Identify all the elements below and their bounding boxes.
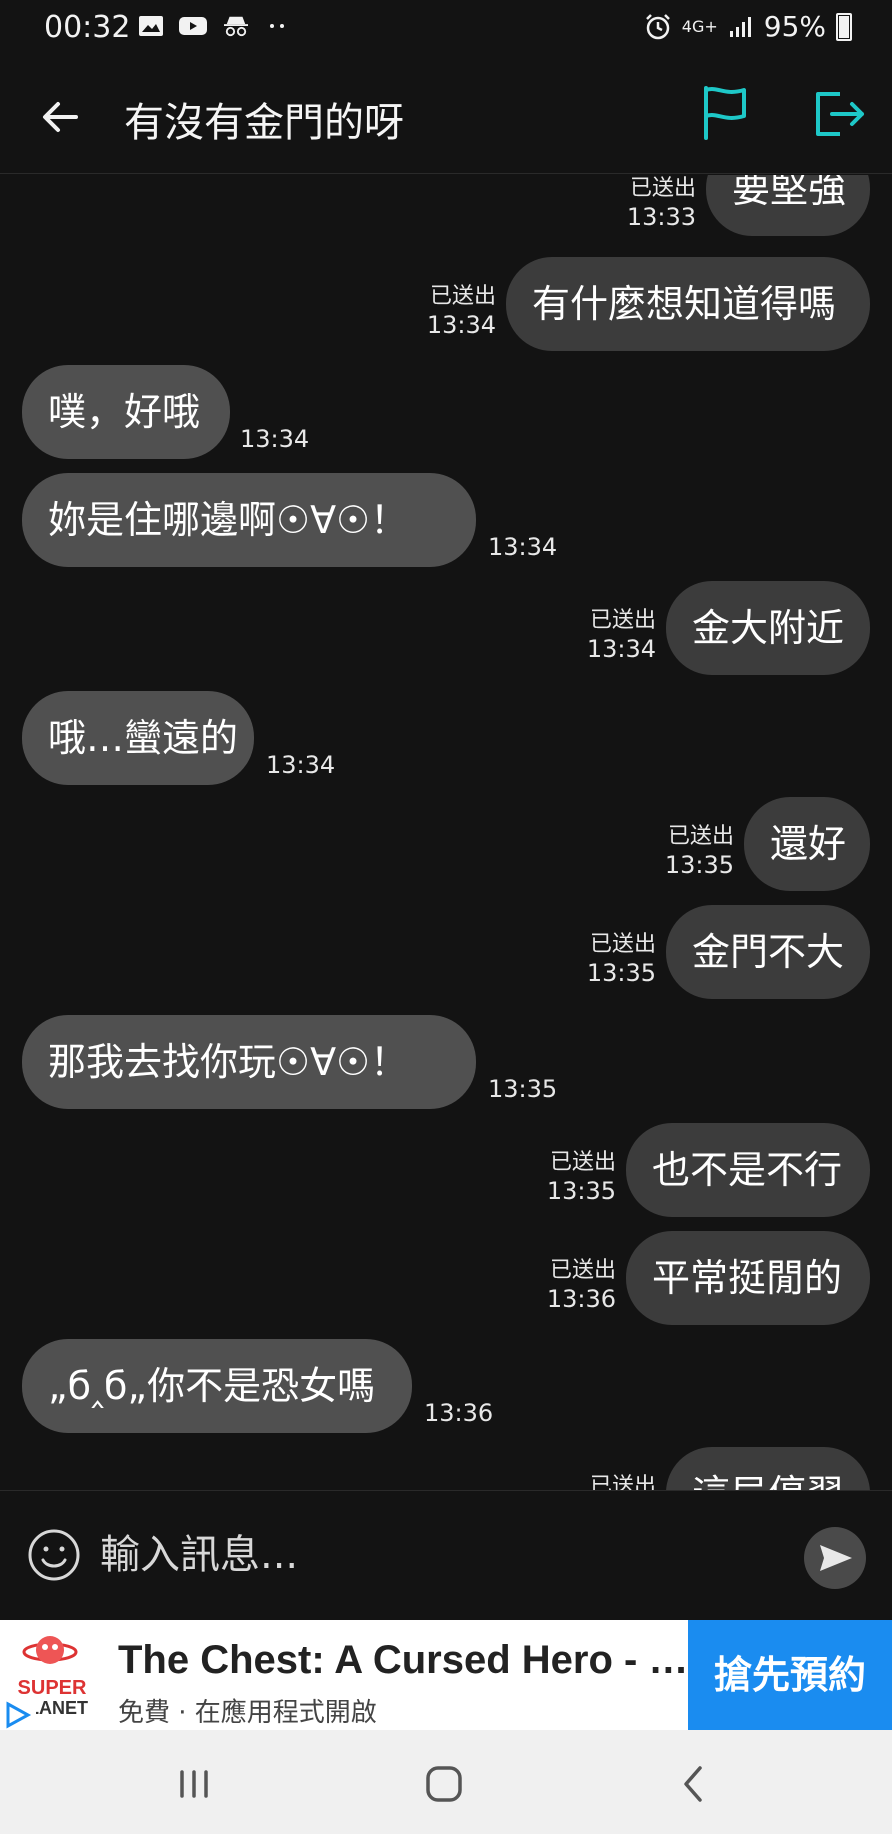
message-meta: 已送出 13:34 xyxy=(568,607,656,663)
message-bubble[interactable]: 妳是住哪邊啊☉∀☉！ xyxy=(22,473,476,567)
message-status: 已送出 xyxy=(589,932,656,957)
alarm-icon xyxy=(645,13,670,39)
message-input[interactable] xyxy=(100,1521,780,1589)
message-time: 13:35 xyxy=(664,851,734,879)
ad-banner[interactable]: SUPER PLANET The Chest: A Cursed Hero - … xyxy=(0,1620,892,1730)
message-time: 13:34 xyxy=(240,425,310,453)
message-time: 13:34 xyxy=(488,533,558,561)
status-notification-icons xyxy=(138,14,290,38)
chat-title: 有沒有金門的呀 xyxy=(124,100,404,146)
message-status: 已送出 xyxy=(629,176,696,201)
system-navbar xyxy=(0,1730,892,1834)
message-meta: 已送出 13:35 xyxy=(646,823,734,879)
message-status: 已送出 xyxy=(429,284,496,309)
message-bubble[interactable]: 這局停習 xyxy=(666,1447,870,1490)
incognito-icon xyxy=(224,16,248,37)
message-time: 13:34 xyxy=(426,311,496,339)
message-bubble[interactable]: 哦…蠻遠的 xyxy=(22,691,254,785)
chat-header: 有沒有金門的呀 xyxy=(0,56,892,174)
adchoices-icon[interactable] xyxy=(0,1700,36,1730)
home-icon[interactable] xyxy=(416,1756,472,1812)
message-bubble[interactable]: 金大附近 xyxy=(666,581,870,675)
message-bubble[interactable]: 還好 xyxy=(744,797,870,891)
signal-icon xyxy=(729,16,751,37)
message-time: 13:34 xyxy=(586,635,656,663)
battery-percent: 95% xyxy=(763,10,826,43)
message-status: 已送出 xyxy=(549,1258,616,1283)
battery-icon xyxy=(836,12,852,41)
message-time: 13:36 xyxy=(546,1285,616,1313)
message-bubble[interactable]: 噗，好哦 xyxy=(22,365,230,459)
arrow-left-icon[interactable] xyxy=(36,92,86,142)
message-meta: 已送出 13:33 xyxy=(610,175,696,231)
message-status: 已送出 xyxy=(549,1150,616,1175)
message-bubble[interactable]: 金門不大 xyxy=(666,905,870,999)
youtube-icon xyxy=(179,17,207,35)
message-time: 13:35 xyxy=(546,1177,616,1205)
network-type: 4G+ xyxy=(681,17,718,36)
message-meta: 已送出 13:34 xyxy=(408,283,496,339)
back-nav-icon[interactable] xyxy=(666,1756,722,1812)
message-meta: 已送出 13:35 xyxy=(528,1149,616,1205)
message-time: 13:35 xyxy=(488,1075,558,1103)
send-button[interactable] xyxy=(804,1527,866,1589)
send-icon xyxy=(820,1545,852,1571)
ad-logo-text-top: SUPER xyxy=(18,1677,87,1699)
status-time: 00:32 xyxy=(44,10,131,45)
message-status: 已送出 xyxy=(667,824,734,849)
status-bar: 00:32 4G+ 95% xyxy=(0,0,892,56)
message-time: 13:35 xyxy=(586,959,656,987)
message-bubble[interactable]: 也不是不行 xyxy=(626,1123,870,1217)
message-list[interactable]: 要堅強 已送出 13:33 有什麼想知道得嗎 已送出 13:34 噗，好哦 13… xyxy=(0,175,892,1490)
message-bubble[interactable]: 平常挺閒的 xyxy=(626,1231,870,1325)
message-bubble[interactable]: 有什麼想知道得嗎 xyxy=(506,257,870,351)
message-status: 已送出 xyxy=(589,608,656,633)
message-time: 13:33 xyxy=(626,203,696,231)
status-system-icons: 4G+ 95% xyxy=(644,10,852,43)
message-meta: 已送出 13:35 xyxy=(568,931,656,987)
ad-cta-button[interactable]: 搶先預約 xyxy=(688,1620,892,1730)
gallery-icon xyxy=(139,16,163,36)
exit-icon[interactable] xyxy=(810,86,866,142)
message-meta: 已送出 xyxy=(568,1473,656,1490)
message-bubble[interactable]: 那我去找你玩☉∀☉！ xyxy=(22,1015,476,1109)
message-meta: 已送出 13:36 xyxy=(528,1257,616,1313)
message-bubble[interactable]: 要堅強 xyxy=(706,175,870,236)
message-status: 已送出 xyxy=(589,1474,656,1490)
message-composer xyxy=(0,1490,892,1620)
message-time: 13:36 xyxy=(424,1399,494,1427)
recent-apps-icon[interactable] xyxy=(166,1756,222,1812)
more-notifications-icon xyxy=(270,24,284,28)
message-time: 13:34 xyxy=(266,751,336,779)
ad-subtitle: 免費 · 在應用程式開啟 xyxy=(118,1698,377,1728)
smiley-icon[interactable] xyxy=(26,1527,82,1583)
message-bubble[interactable]: „б‸б„你不是恐女嗎 xyxy=(22,1339,412,1433)
ad-title: The Chest: A Cursed Hero - … xyxy=(118,1638,688,1682)
flag-icon[interactable] xyxy=(700,84,750,140)
